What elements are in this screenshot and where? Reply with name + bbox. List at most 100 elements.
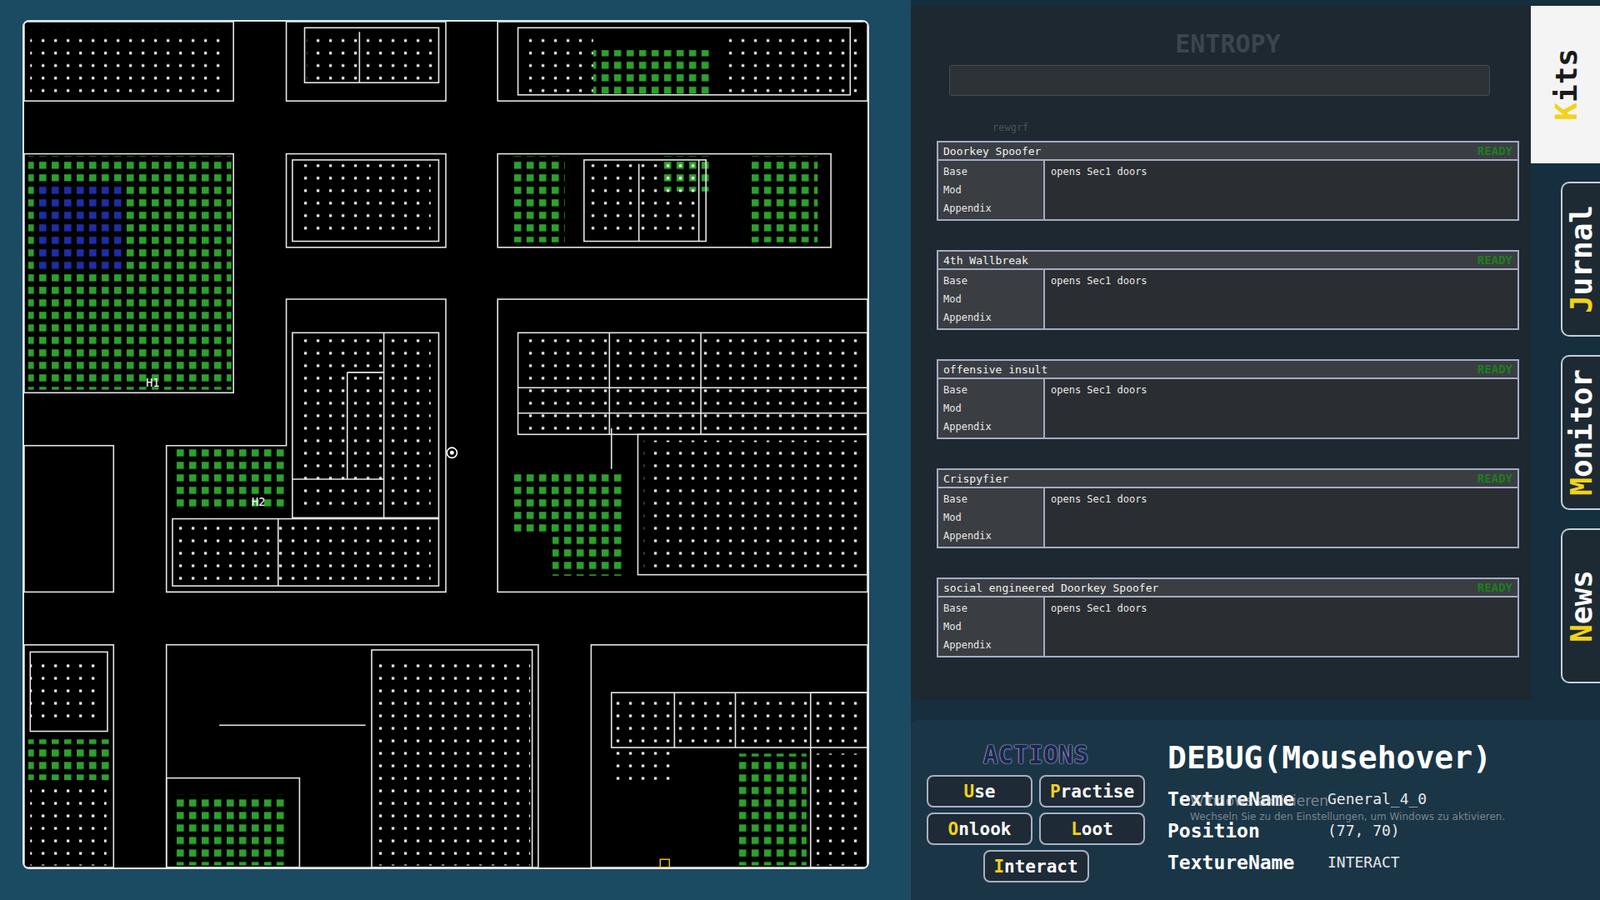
room-floor [588,164,700,235]
game-screen: H1 H2 ENTROPY rewgrf Doorkey Spoofer READ… [0,0,1600,900]
wall [286,154,446,248]
kit-labels: BaseModAppendix [938,597,1045,656]
wall [24,21,234,101]
wall-line [735,692,737,748]
kit-description: opens Sec1 doors [1045,160,1518,220]
wall [292,332,440,518]
kit-slot-label: Mod [943,180,1039,200]
kit-header: offensive insult READY [938,360,1518,380]
wall [286,21,446,101]
kit-card[interactable]: social engineered Doorkey Spoofer READY … [936,577,1520,658]
room-floor [611,751,673,783]
wall [24,445,114,593]
actions-title: ACTIONS [926,740,1145,770]
room-floor [514,155,565,243]
debug-value: INTERACT [1327,850,1600,875]
wall [24,645,114,868]
kit-card[interactable]: Crispyfier READY BaseModAppendix opens S… [936,468,1520,549]
wall-line [698,160,700,242]
room-floor [306,31,440,83]
kit-slot-label: Base [943,162,1039,181]
side-tab[interactable]: Monitor [1560,355,1600,510]
wall [590,645,868,868]
wall-line [346,372,349,480]
kit-slot-label: Appendix [943,199,1039,218]
kit-description: opens Sec1 doors [1045,270,1518,329]
debug-value: General_4_0 [1327,786,1600,812]
debug-label: Position [1167,818,1328,844]
wall-line [292,478,385,480]
map-pin[interactable]: H1 [145,376,160,390]
kit-name: offensive insult [943,363,1048,376]
kit-slot-label: Base [943,380,1039,400]
kit-list: Doorkey Spoofer READY BaseModAppendix op… [936,140,1520,658]
wall [371,650,533,868]
wall [518,27,851,95]
kits-panel: ENTROPY rewgrf Doorkey Spoofer READY Bas… [910,5,1531,700]
kit-slot-label: Appendix [943,417,1039,436]
room-floor [30,30,224,94]
room-floor [613,697,863,744]
room-floor [172,448,285,510]
wall-line [518,386,868,389]
action-button[interactable]: Interact [983,850,1090,883]
action-button[interactable]: Loot [1039,812,1145,845]
side-tab[interactable]: News [1560,528,1600,684]
map-canvas[interactable]: H1 H2 [24,21,868,868]
room-floor [816,753,866,865]
room-floor [521,31,593,93]
kit-header: 4th Wallbreak READY [938,251,1518,270]
room-floor [552,474,624,576]
room-floor [521,339,862,431]
wall [497,21,868,101]
map-pin[interactable]: H2 [251,495,265,509]
wall [292,160,440,242]
kit-labels: BaseModAppendix [938,379,1045,438]
kit-labels: BaseModAppendix [938,160,1045,220]
kit-slot-label: Mod [943,399,1039,418]
kit-card[interactable]: 4th Wallbreak READY BaseModAppendix open… [936,250,1520,330]
activation-watermark: Windows aktivieren Wechseln Sie zu den E… [1190,791,1505,824]
room-floor [298,164,431,235]
kit-labels: BaseModAppendix [938,488,1045,547]
wall [518,332,868,435]
room-floor [514,474,555,535]
wall-line [347,371,385,374]
kit-header: social engineered Doorkey Spoofer READY [938,579,1518,598]
kit-status: READY [1477,253,1513,267]
map[interactable]: H1 H2 [22,20,870,870]
action-button[interactable]: Use [926,775,1033,808]
wall-line [609,332,611,435]
wall [30,651,108,731]
kit-labels: BaseModAppendix [938,270,1045,329]
wall [166,778,300,868]
watermark-text: Wechseln Sie zu den Einstellungen, um Wi… [1190,810,1505,824]
watermark-title: Windows aktivieren [1190,791,1505,810]
wall-line [518,412,868,415]
entropy-hint: rewgrf [992,120,1520,135]
side-tab[interactable]: Jurnal [1560,181,1600,337]
action-button[interactable]: Practise [1039,775,1145,808]
wall-line [610,428,613,470]
wall-line [359,31,361,83]
marker-icon [660,859,670,868]
side-top: ENTROPY rewgrf Doorkey Spoofer READY Bas… [910,0,1600,720]
room-floor [176,525,431,581]
kit-body: BaseModAppendix opens Sec1 doors [938,597,1518,656]
kit-name: social engineered Doorkey Spoofer [943,581,1159,595]
map-area: H1 H2 [0,0,911,900]
debug-fields: TextureName General_4_0Position (77, 70)… [1167,786,1600,875]
wall [637,434,868,575]
kit-slot-label: Mod [943,290,1039,309]
side-tab[interactable]: Kits [1530,5,1600,164]
wall [305,27,440,83]
wall [497,299,868,592]
kit-slot-label: Base [943,271,1039,290]
kit-body: BaseModAppendix opens Sec1 doors [938,379,1518,438]
entropy-input[interactable] [949,65,1490,96]
action-button[interactable]: Onlook [926,812,1033,845]
kit-card[interactable]: offensive insult READY BaseModAppendix o… [936,359,1520,440]
kit-slot-label: Appendix [943,308,1039,327]
kit-name: 4th Wallbreak [943,254,1029,267]
kit-card[interactable]: Doorkey Spoofer READY BaseModAppendix op… [936,140,1520,221]
